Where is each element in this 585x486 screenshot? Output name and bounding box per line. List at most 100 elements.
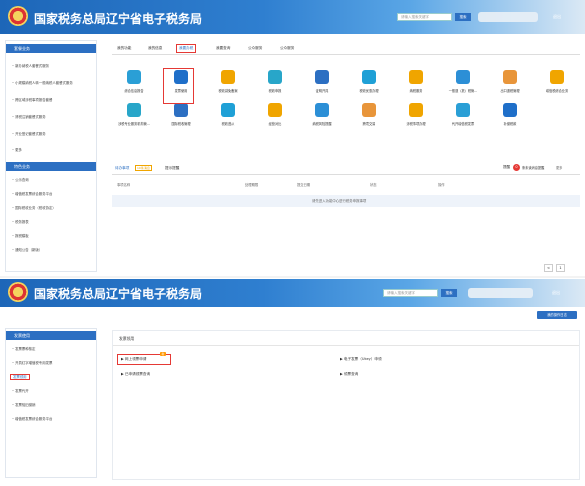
tab-do-tax[interactable]: 我要办税 (176, 44, 197, 53)
col-header-deadline: 处理期限 (245, 183, 259, 187)
sidebar-item[interactable]: 更多 (6, 143, 96, 157)
function-icon-label[interactable]: 代开增值税发票 (446, 121, 480, 126)
sidebar-item[interactable]: 公示查询 (6, 173, 96, 187)
sidebar-item[interactable]: 税务报表 (6, 215, 96, 229)
function-icon[interactable] (503, 70, 517, 84)
sidebar-section-title: 发票使用 (6, 331, 96, 340)
sidebar-item[interactable]: 发票验旧缴销 (6, 398, 96, 412)
site-title: 国家税务总局辽宁省电子税务局 (34, 12, 203, 26)
sidebar-item[interactable]: 开具红字增值税专用发票 (6, 356, 96, 370)
sidebar-section-title: 特色业务 (6, 162, 96, 171)
sidebar-item[interactable]: 跨区域涉税事项报告套餐 (6, 92, 96, 109)
tab-todo[interactable]: 待办事项 (115, 166, 129, 171)
search-input[interactable]: 请输入搜索关键字 (383, 289, 438, 297)
function-icon-label[interactable]: 税收优惠办理 (352, 88, 386, 93)
function-icon[interactable] (456, 70, 470, 84)
sidebar-item[interactable]: 清税注销套餐式服务 (6, 109, 96, 126)
sidebar-item[interactable]: 开业登记套餐式服务 (6, 126, 96, 143)
empty-text: 请先进入功能中心进行税务申报事项 (312, 199, 367, 203)
sidebar-item[interactable]: 报税模板 (6, 229, 96, 243)
exit-link[interactable]: 退出 (553, 14, 561, 20)
sidebar-item-invoice-pickup[interactable]: 发票领用 (6, 370, 96, 384)
tab-public[interactable]: 公众服务 (248, 46, 262, 51)
tab-reminders[interactable]: 提示提醒 (165, 166, 179, 171)
link-request-query-label: 已申请领票查询 (124, 372, 151, 376)
function-icon[interactable] (127, 103, 141, 117)
function-icon[interactable] (503, 103, 517, 117)
invoice-panel: 发票领用 (112, 330, 580, 480)
top-sidebar: 套餐业务 新办纳税人套餐式服务 小规模纳税人转一般纳税人套餐式服务 跨区域涉税事… (5, 40, 97, 272)
notice-count-badge: 0 (513, 164, 520, 171)
tab-query[interactable]: 我要查询 (216, 46, 230, 51)
function-icon-label[interactable]: 出口退税管理 (493, 88, 527, 93)
screenshot-separator (0, 276, 585, 278)
function-icon[interactable] (409, 70, 423, 84)
function-icon-label[interactable]: 一般退（抵）税管... (446, 88, 480, 93)
function-icon[interactable] (221, 103, 235, 117)
sidebar-item[interactable]: 增值税发票综合服务平台 (6, 187, 96, 201)
todo-divider (112, 174, 580, 175)
search-button[interactable]: 搜索 (441, 289, 457, 297)
sidebar-item[interactable]: 国际税收业务（税收协定） (6, 201, 96, 215)
sidebar-list-2: 公示查询 增值税发票综合服务平台 国际税收业务（税收协定） 税务报表 报税模板 … (6, 173, 96, 257)
function-icon-label[interactable]: 补缴税款 (493, 121, 527, 126)
function-icon-label[interactable]: 国际税收管理 (164, 121, 198, 126)
tab-public-2[interactable]: 公众服务 (280, 46, 294, 51)
function-icon[interactable] (362, 103, 376, 117)
function-icon[interactable] (127, 70, 141, 84)
function-icon[interactable] (268, 103, 282, 117)
link-online-request[interactable]: ▶ 网上领票申请 (121, 357, 146, 362)
sidebar-item[interactable]: 小规模纳税人转一般纳税人套餐式服务 (6, 75, 96, 92)
function-icon[interactable] (174, 103, 188, 117)
col-header-status: 状态 (370, 183, 377, 187)
notice-label: 条未读消息提醒 (522, 166, 545, 170)
tab-my-info[interactable]: 我的信息 (148, 46, 162, 51)
function-icon-label[interactable]: 税收遵从 (211, 121, 245, 126)
page-prev-button[interactable]: < (544, 264, 553, 272)
sidebar-item[interactable]: 新办纳税人套餐式服务 (6, 58, 96, 75)
function-icon-label[interactable]: 涉税专业服务机构管... (117, 121, 151, 126)
function-icon-label[interactable]: 税收申报 (258, 88, 292, 93)
search-input[interactable]: 请输入搜索关键字 (397, 13, 452, 21)
operation-log-button[interactable]: 我的操作日志 (537, 311, 577, 319)
function-icon-label[interactable]: 涉税事项办理 (399, 121, 433, 126)
sidebar-section-title: 套餐业务 (6, 44, 96, 53)
panel-divider (113, 345, 579, 346)
message-count-badge: 10条消息 (135, 165, 152, 171)
function-icon[interactable] (221, 70, 235, 84)
tab-divider (112, 54, 580, 55)
search-button[interactable]: 搜索 (455, 13, 471, 21)
function-icon-label[interactable]: 跨境交易 (352, 121, 386, 126)
new-badge: 新 (160, 352, 167, 356)
function-icon[interactable] (409, 103, 423, 117)
function-icon-label[interactable]: 证明开具 (305, 88, 339, 93)
function-icon-label[interactable]: 纳税风险提醒 (305, 121, 339, 126)
function-icon[interactable] (315, 103, 329, 117)
tax-emblem-icon (8, 282, 28, 302)
link-ukey-request[interactable]: ▶ 电子发票（Ukey）申领 (340, 357, 382, 362)
sidebar-item[interactable]: 发票票种核定 (6, 342, 96, 356)
function-icon-label[interactable]: 综合信息报告 (117, 88, 151, 93)
page-1-button[interactable]: 1 (556, 264, 565, 272)
link-online-request-label: 网上领票申请 (124, 357, 147, 361)
more-link[interactable]: 更多 (556, 165, 562, 170)
function-icon[interactable] (268, 70, 282, 84)
sidebar-item[interactable]: 发票代开 (6, 384, 96, 398)
link-request-query[interactable]: ▶ 已申请领票查询 (121, 372, 150, 377)
link-pickup-query[interactable]: ▶ 领票查询 (340, 372, 358, 377)
function-icon[interactable] (315, 70, 329, 84)
sidebar-item[interactable]: 通知公告（新版） (6, 243, 96, 257)
sidebar-item[interactable]: 增值税发票综合服务平台 (6, 412, 96, 426)
function-icon[interactable] (456, 103, 470, 117)
function-icon-label[interactable]: 税收减免备案 (211, 88, 245, 93)
function-icon[interactable] (550, 70, 564, 84)
bottom-header: 国家税务总局辽宁省电子税务局 请输入搜索关键字 搜索 退出 (0, 279, 585, 307)
function-icon[interactable] (362, 70, 376, 84)
exit-link[interactable]: 退出 (552, 290, 560, 296)
function-icon-label[interactable]: 增值税综合业务 (540, 88, 574, 93)
user-info-blurred (468, 288, 533, 298)
function-icon-label[interactable]: 纳税服务 (399, 88, 433, 93)
col-header-name: 事项名称 (117, 183, 131, 187)
function-icon-label[interactable]: 经营对比 (258, 121, 292, 126)
tab-my-functions[interactable]: 我的功能 (117, 46, 131, 51)
